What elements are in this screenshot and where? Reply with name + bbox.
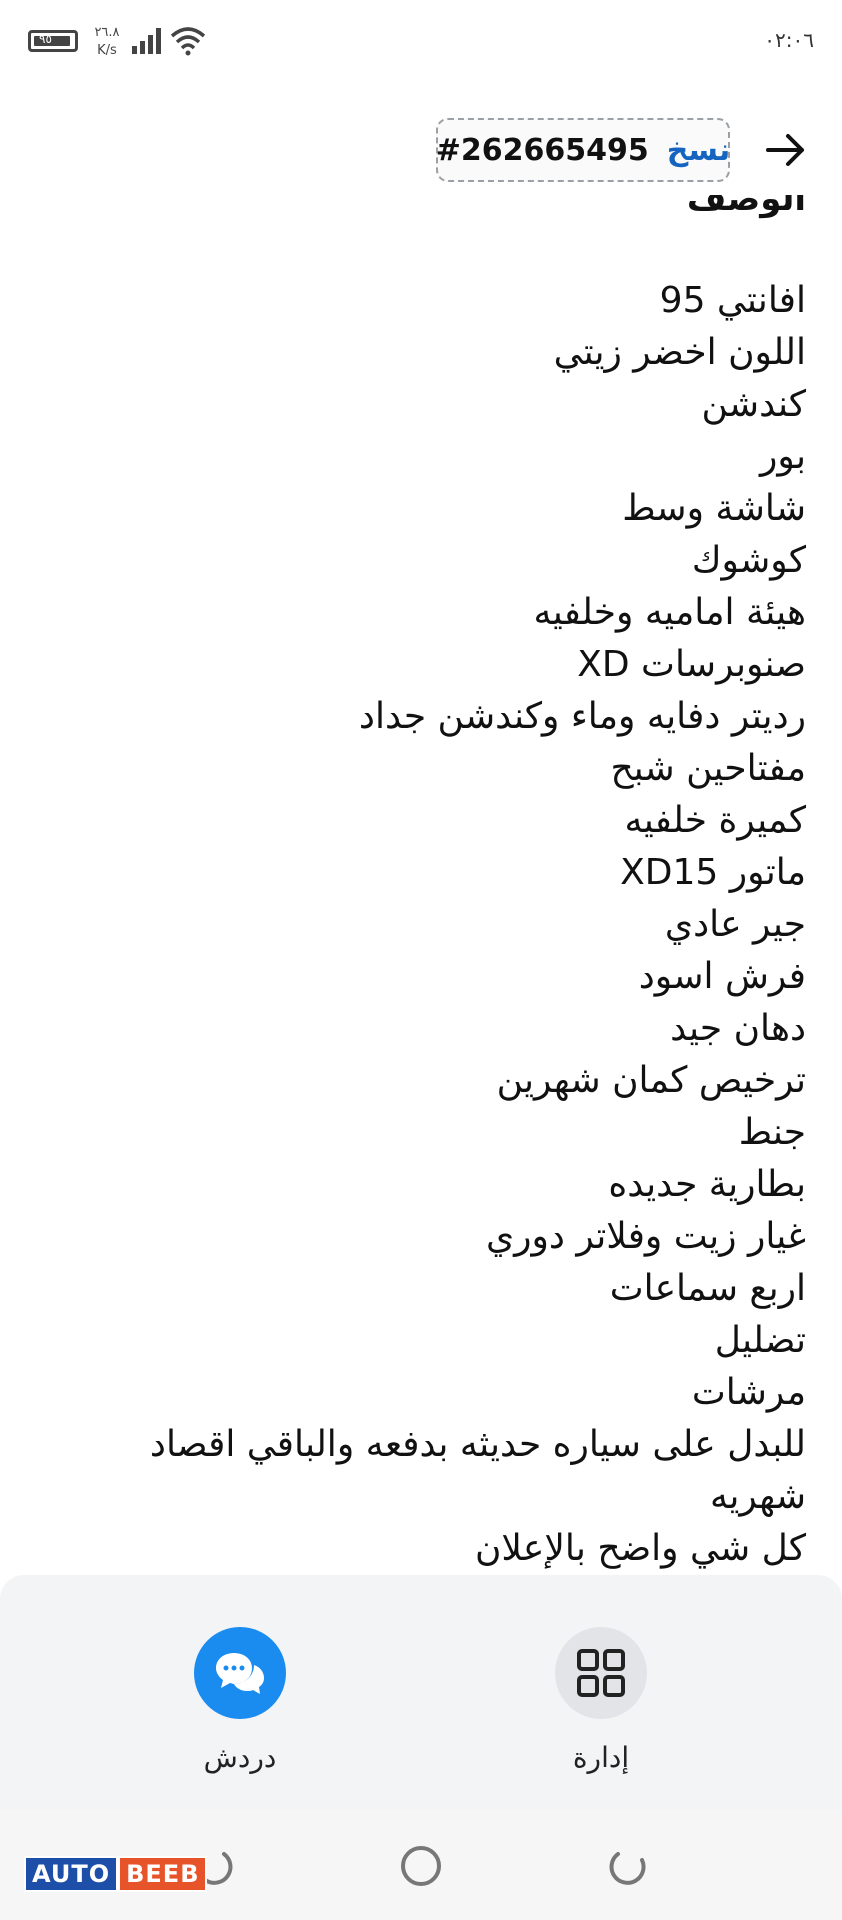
network-speed: ٢٦.٨ K/s xyxy=(92,24,122,60)
battery-level: ٩٥ xyxy=(39,32,52,46)
grid-icon xyxy=(577,1649,625,1697)
description-line: كميرة خلفيه xyxy=(624,800,806,841)
ad-id: #262665495 xyxy=(435,132,649,168)
nav-home-button[interactable] xyxy=(397,1842,445,1890)
autobeeb-watermark: AUTO BEEB xyxy=(24,1856,208,1892)
wifi-icon xyxy=(170,27,206,56)
description-line: افانتي 95 xyxy=(659,280,806,321)
description-section: الوصف افانتي 95 اللون اخضر زيتي كندشن بور شا… xyxy=(0,195,842,1575)
description-list: افانتي 95 اللون اخضر زيتي كندشن بور شاشة وسط… xyxy=(46,275,806,1575)
description-line: فرش اسود xyxy=(638,956,806,997)
description-line: للبدل على سياره حديثه بدفعه والباقي اقصا… xyxy=(149,1424,806,1465)
chat-button[interactable]: دردش xyxy=(160,1627,320,1774)
description-line: ماتور XD15 xyxy=(620,852,806,893)
action-bar: إدارة دردش xyxy=(0,1575,842,1810)
status-bar: ٩٥ ٢٦.٨ K/s ٠٢:٠٦ xyxy=(0,0,842,90)
description-line: بور xyxy=(759,436,806,477)
watermark-part-1: AUTO xyxy=(24,1856,119,1892)
manage-button[interactable]: إدارة xyxy=(521,1627,681,1774)
description-line: مفتاحين شبح xyxy=(610,748,806,789)
description-line: شاشة وسط xyxy=(622,488,806,529)
battery-icon: ٩٥ xyxy=(28,30,78,52)
description-line: صنوبرسات XD xyxy=(577,644,806,685)
manage-label: إدارة xyxy=(572,1741,630,1774)
description-line: كوشوك xyxy=(691,540,806,581)
description-line: غيار زيت وفلاتر دوري xyxy=(485,1216,806,1257)
description-line: بطارية جديده xyxy=(608,1164,806,1205)
description-line: مرشات xyxy=(691,1372,806,1413)
section-title: الوصف xyxy=(686,195,806,219)
description-line: اربع سماعات xyxy=(609,1268,806,1309)
ad-id-chip: #262665495 نسخ xyxy=(436,118,730,182)
back-button[interactable] xyxy=(758,126,814,174)
description-line: ترخيص كمان شهرين xyxy=(496,1060,806,1101)
chat-bubbles-icon xyxy=(216,1653,264,1694)
clock: ٠٢:٠٦ xyxy=(764,28,814,52)
description-line: هيئة اماميه وخلفيه xyxy=(533,592,806,633)
arrow-right-icon xyxy=(766,134,804,166)
description-line: جنط xyxy=(738,1112,806,1153)
nav-back-button[interactable] xyxy=(604,1842,652,1890)
copy-button[interactable]: نسخ xyxy=(667,133,730,168)
description-line: رديتر دفايه وماء وكندشن جداد xyxy=(358,696,806,737)
home-circle-icon xyxy=(401,1846,441,1886)
description-line: دهان جيد xyxy=(670,1008,806,1049)
network-speed-unit: K/s xyxy=(97,43,117,58)
description-line: تضليل xyxy=(714,1320,806,1361)
description-line: كندشن xyxy=(701,384,806,425)
description-line: جير عادي xyxy=(664,904,806,945)
signal-icon xyxy=(132,28,161,54)
description-line: كل شي واضح بالإعلان xyxy=(474,1528,806,1569)
network-speed-value: ٢٦.٨ xyxy=(94,25,120,40)
description-line: شهريه xyxy=(710,1476,806,1517)
chat-label: دردش xyxy=(203,1741,277,1774)
back-gesture-icon xyxy=(609,1852,646,1885)
watermark-part-2: BEEB xyxy=(118,1856,208,1892)
description-line: اللون اخضر زيتي xyxy=(553,332,806,373)
